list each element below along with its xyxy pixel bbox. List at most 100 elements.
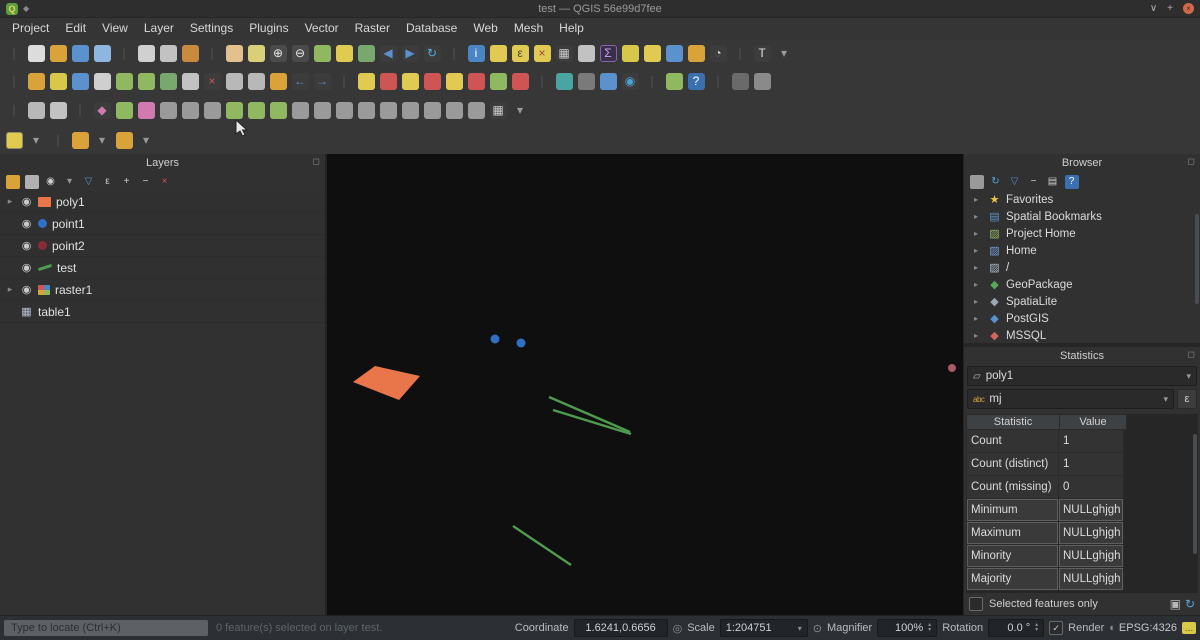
menu-item[interactable]: Settings <box>182 18 241 39</box>
save-layer-edits-icon[interactable] <box>69 69 91 93</box>
fill-ring-icon[interactable] <box>267 98 289 122</box>
collapse-all-icon[interactable]: − <box>1024 172 1043 191</box>
vertex-tool-icon[interactable] <box>179 69 201 93</box>
measure-icon[interactable] <box>619 41 641 65</box>
browser-item[interactable]: ▸ ◆ SpatiaLite <box>964 293 1200 310</box>
new-print-layout-icon[interactable] <box>135 41 157 65</box>
chevron-right-icon[interactable]: ▸ <box>5 284 15 295</box>
chevron-down-icon[interactable]: ▾ <box>60 172 79 191</box>
deselect-features-icon[interactable]: × <box>531 41 553 65</box>
save-project-icon[interactable] <box>69 41 91 65</box>
identify-features-icon[interactable]: i <box>465 41 487 65</box>
expand-all-icon[interactable]: + <box>117 172 136 191</box>
filter-by-expression-icon[interactable]: ε <box>98 172 117 191</box>
merge-features-icon[interactable] <box>421 98 443 122</box>
digitize-with-segment-icon[interactable] <box>91 69 113 93</box>
rotate-point-symbols-icon[interactable] <box>443 98 465 122</box>
pan-map-icon[interactable] <box>223 41 245 65</box>
refresh-map-icon[interactable]: ↻ <box>421 41 443 65</box>
chevron-down-icon[interactable]: ▾ <box>135 128 157 152</box>
zoom-in-icon[interactable]: ⊕ <box>267 41 289 65</box>
spin-down-icon[interactable]: ▾ <box>928 628 931 633</box>
toolbar-handle[interactable]: ∣ <box>641 69 663 93</box>
column-header-statistic[interactable]: Statistic <box>966 414 1060 430</box>
open-project-icon[interactable] <box>47 41 69 65</box>
browser-scrollbar[interactable] <box>1195 214 1199 304</box>
toolbar-handle[interactable]: ∣ <box>69 98 91 122</box>
toolbar-handle[interactable]: ∣ <box>3 98 25 122</box>
visibility-eye-icon[interactable]: ◉ <box>20 283 33 296</box>
menu-item[interactable]: Edit <box>57 18 94 39</box>
toolbar-handle[interactable]: ∣ <box>729 41 751 65</box>
toolbar-handle[interactable]: ∣ <box>707 69 729 93</box>
panel-float-icon[interactable]: ◻ <box>1188 156 1195 167</box>
zoom-to-layer-icon[interactable] <box>355 41 377 65</box>
georeferencer-icon[interactable] <box>663 69 685 93</box>
toolbar-handle[interactable]: ∣ <box>531 69 553 93</box>
undo-icon[interactable]: ← <box>289 69 311 93</box>
rotate-feature-icon[interactable] <box>179 98 201 122</box>
browser-item[interactable]: ▸ ◆ PostGIS <box>964 310 1200 327</box>
panel-float-icon[interactable]: ◻ <box>1188 349 1195 360</box>
new-spatial-bookmark-icon[interactable] <box>663 41 685 65</box>
simplify-feature-icon[interactable] <box>201 98 223 122</box>
toolbar-handle[interactable]: ∣ <box>3 69 25 93</box>
chevron-right-icon[interactable]: ▸ <box>974 246 983 255</box>
vertex-editor-icon[interactable]: ▦ <box>487 98 509 122</box>
chevron-right-icon[interactable]: ▸ <box>974 229 983 238</box>
stats-table-row[interactable]: Majority NULLghjgh <box>966 568 1198 591</box>
chevron-right-icon[interactable]: ▸ <box>974 297 983 306</box>
layer-item-poly1[interactable]: ▸ ◉ poly1 <box>0 191 325 213</box>
refresh-browser-icon[interactable]: ↻ <box>986 172 1005 191</box>
menu-item[interactable]: Mesh <box>506 18 551 39</box>
messages-icon[interactable]: … <box>1182 622 1196 634</box>
add-line-feature-icon[interactable] <box>135 69 157 93</box>
browser-item[interactable]: ▸ ★ Favorites <box>964 191 1200 208</box>
browser-item[interactable]: ▸ ◆ MSSQL <box>964 327 1200 343</box>
copy-features-icon[interactable] <box>245 69 267 93</box>
spin-arrows-icon[interactable]: ▴ ▾ <box>1035 623 1038 633</box>
layer-item-point2[interactable]: ◉ point2 <box>0 235 325 257</box>
layer-labeling-icon[interactable] <box>355 69 377 93</box>
stats-table-row[interactable]: Count (missing) 0 <box>966 476 1198 499</box>
map-canvas[interactable] <box>327 154 963 615</box>
toolbar-handle[interactable]: ∣ <box>443 41 465 65</box>
rotate-label-icon[interactable] <box>487 69 509 93</box>
identify-raster-tool-icon[interactable] <box>3 128 25 152</box>
show-preview-icon[interactable] <box>575 69 597 93</box>
redo-icon[interactable]: → <box>311 69 333 93</box>
toggle-extents-icon[interactable]: ◎ <box>673 622 683 635</box>
layer-item-test[interactable]: ◉ test <box>0 257 325 279</box>
snapping-options-icon[interactable]: ◆ <box>91 98 113 122</box>
open-layer-styling-icon[interactable] <box>3 172 22 191</box>
filter-browser-icon[interactable]: ▽ <box>1005 172 1024 191</box>
add-point-feature-icon[interactable] <box>113 69 135 93</box>
style-manager-icon[interactable] <box>179 41 201 65</box>
help-contents-icon[interactable]: ? <box>685 69 707 93</box>
open-attribute-table-icon[interactable]: ▦ <box>553 41 575 65</box>
layer-item-table1[interactable]: ▦ table1 <box>0 301 325 323</box>
browser-item[interactable]: ▸ ◆ GeoPackage <box>964 276 1200 293</box>
enable-tracing-icon[interactable] <box>135 98 157 122</box>
rotation-spinbox[interactable]: 0.0 ° ▴ ▾ <box>988 619 1044 637</box>
refresh-statistics-icon[interactable]: ↻ <box>1185 597 1195 611</box>
toolbar-handle[interactable]: ∣ <box>201 41 223 65</box>
current-edits-icon[interactable] <box>25 69 47 93</box>
toolbar-handle[interactable]: ∣ <box>333 69 355 93</box>
python-console-icon[interactable] <box>729 69 751 93</box>
browser-item[interactable]: ▸ ▨ Project Home <box>964 225 1200 242</box>
menu-item[interactable]: Vector <box>297 18 347 39</box>
menu-item[interactable]: Raster <box>347 18 398 39</box>
spin-down-icon[interactable]: ▾ <box>1035 628 1038 633</box>
toolbar-handle[interactable]: ∣ <box>3 41 25 65</box>
delete-selected-icon[interactable]: × <box>201 69 223 93</box>
delete-ring-icon[interactable] <box>289 98 311 122</box>
menu-item[interactable]: Project <box>4 18 57 39</box>
layer-item-raster1[interactable]: ▸ ◉ raster1 <box>0 279 325 301</box>
toggle-editing-icon[interactable] <box>47 69 69 93</box>
move-label-icon[interactable] <box>465 69 487 93</box>
crs-status-button[interactable]: ◐ EPSG:4326 <box>1109 622 1177 634</box>
chevron-down-icon[interactable]: ▾ <box>25 128 47 152</box>
new-3d-map-icon[interactable] <box>597 69 619 93</box>
plugin-manager-icon[interactable] <box>751 69 773 93</box>
